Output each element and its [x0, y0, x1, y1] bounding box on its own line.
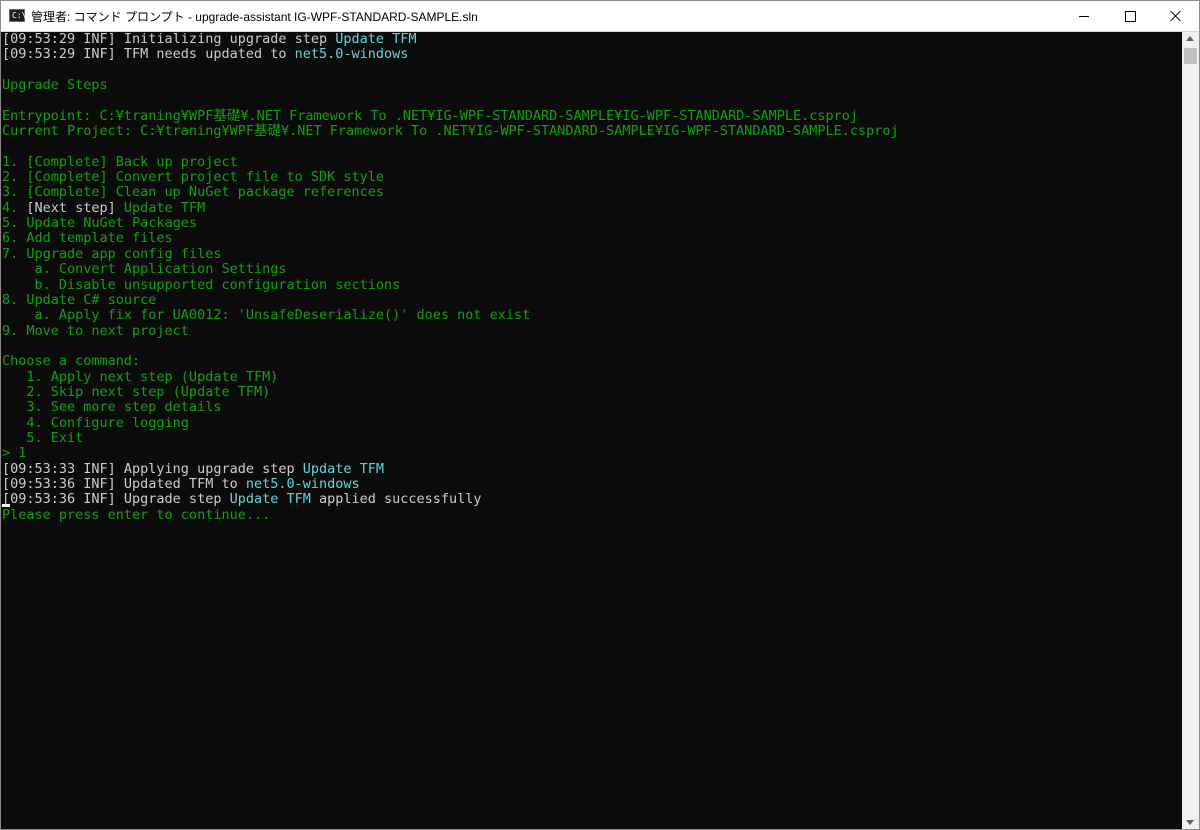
console-line: [09:53:29 INF] TFM needs updated to net5…: [1, 47, 1181, 62]
console-text: [09:53:29 INF] TFM needs updated to: [2, 46, 295, 63]
console-line: 3. See more step details: [1, 400, 1181, 415]
console-output[interactable]: [09:53:29 INF] Initializing upgrade step…: [1, 32, 1181, 829]
console-line: b. Disable unsupported configuration sec…: [1, 276, 1181, 293]
console-line: 1. Apply next step (Update TFM): [1, 368, 1181, 385]
close-icon: [1170, 10, 1182, 22]
console-text: [09:53:33 INF] Applying upgrade step: [2, 460, 303, 477]
console-text: Update TFM: [335, 32, 417, 47]
console-line: 4. Configure logging: [1, 414, 1181, 431]
console-text: Entrypoint: C:¥traning¥WPF基礎¥.NET Framew…: [2, 107, 859, 124]
minimize-icon: [1079, 15, 1089, 17]
console-line: 6. Add template files: [1, 231, 1181, 246]
console-line: Upgrade Steps: [1, 77, 1181, 94]
terminal-icon-text: C:\: [12, 11, 27, 20]
console-text: [09:53:36 INF] Updated TFM to: [2, 475, 246, 492]
console-line: Choose a command:: [1, 354, 1181, 369]
console-line: [09:53:33 INF] Applying upgrade step Upd…: [1, 460, 1181, 477]
maximize-icon: [1124, 10, 1136, 22]
console-text: 2. Skip next step (Update TFM): [2, 383, 271, 400]
console-text: Choose a command:: [2, 353, 141, 370]
console-text: Upgrade Steps: [2, 77, 108, 94]
console-text: Update TFM: [302, 460, 385, 477]
console-text: 2. [Complete] Convert project file to SD…: [2, 169, 385, 186]
console-line: 9. Move to next project: [1, 322, 1181, 339]
console-text: Please press enter to continue...: [2, 506, 271, 523]
console-text: 3. See more step details: [2, 399, 222, 416]
console-text: 3. [Complete] Clean up NuGet package ref…: [2, 184, 385, 201]
vertical-scrollbar[interactable]: [1182, 32, 1199, 829]
console-line: 8. Update C# source: [1, 291, 1181, 308]
scroll-up-icon[interactable]: [1186, 36, 1194, 41]
console-text: Update TFM: [115, 199, 206, 216]
console-line: Current Project: C:¥traning¥WPF基礎¥.NET F…: [1, 123, 1181, 140]
scrollbar-thumb[interactable]: [1184, 48, 1197, 64]
console-text: > 1: [2, 445, 27, 462]
command-prompt-window: C:\ 管理者: コマンド プロンプト - upgrade-assistant …: [0, 0, 1200, 830]
console-line: a. Apply fix for UA0012: 'UnsafeDeserial…: [1, 308, 1181, 323]
console-text: a. Convert Application Settings: [2, 261, 287, 278]
console-line: Please press enter to continue...: [1, 506, 1181, 523]
console-line: 2. Skip next step (Update TFM): [1, 383, 1181, 400]
console-line: 4. [Next step] Update TFM: [1, 199, 1181, 216]
console-line: [09:53:36 INF] Updated TFM to net5.0-win…: [1, 475, 1181, 492]
close-button[interactable]: [1153, 1, 1199, 31]
console-line: 1. [Complete] Back up project: [1, 153, 1181, 170]
minimize-button[interactable]: [1061, 1, 1107, 31]
console-line: 5. Exit: [1, 429, 1181, 446]
console-text: 1. [Complete] Back up project: [2, 153, 238, 170]
console-line: 5. Update NuGet Packages: [1, 215, 1181, 232]
console-line: [09:53:36 INF] Upgrade step Update TFM a…: [1, 492, 1181, 507]
console-text: 5. Exit: [2, 429, 84, 446]
title-bar[interactable]: C:\ 管理者: コマンド プロンプト - upgrade-assistant …: [1, 1, 1199, 32]
console-text: net5.0-windows: [245, 475, 360, 492]
console-text: a. Apply fix for UA0012: 'UnsafeDeserial…: [2, 307, 531, 324]
console-text: 5. Update NuGet Packages: [2, 215, 198, 232]
window-title: 管理者: コマンド プロンプト - upgrade-assistant IG-W…: [31, 10, 478, 24]
console-text: 8. Update C# source: [2, 291, 157, 308]
console-text: 1. Apply next step (Update TFM): [2, 368, 279, 385]
console-text: net5.0-windows: [294, 46, 409, 63]
scroll-down-icon[interactable]: [1186, 820, 1194, 825]
console-text: [09:53:29 INF] Initializing upgrade step: [2, 32, 336, 47]
console-text: Update TFM: [229, 491, 311, 508]
console-line: [09:53:29 INF] Initializing upgrade step…: [1, 32, 1181, 47]
console-text: 4. Configure logging: [2, 414, 189, 431]
console-text: 6. Add template files: [2, 230, 173, 247]
console-line: 3. [Complete] Clean up NuGet package ref…: [1, 185, 1181, 200]
console-text: b. Disable unsupported configuration sec…: [2, 276, 401, 293]
terminal-icon[interactable]: C:\: [9, 9, 27, 22]
maximize-button[interactable]: [1107, 1, 1153, 31]
console-text: Current Project: C:¥traning¥WPF基礎¥.NET F…: [2, 123, 899, 140]
console-text: 7. Upgrade app config files: [2, 245, 222, 262]
console-text: 9. Move to next project: [2, 322, 189, 339]
console-text: [09:53:36 INF] Upgrade step: [2, 491, 230, 508]
text-cursor: [2, 504, 10, 507]
console-text: applied successfully: [310, 491, 482, 508]
console-text: 4.: [2, 199, 27, 216]
console-line: 2. [Complete] Convert project file to SD…: [1, 169, 1181, 186]
console-line: Entrypoint: C:¥traning¥WPF基礎¥.NET Framew…: [1, 107, 1181, 124]
console-line: > 1: [1, 446, 1181, 461]
console-line: a. Convert Application Settings: [1, 261, 1181, 278]
console-line: 7. Upgrade app config files: [1, 245, 1181, 262]
console-text: [Next step]: [26, 199, 116, 216]
